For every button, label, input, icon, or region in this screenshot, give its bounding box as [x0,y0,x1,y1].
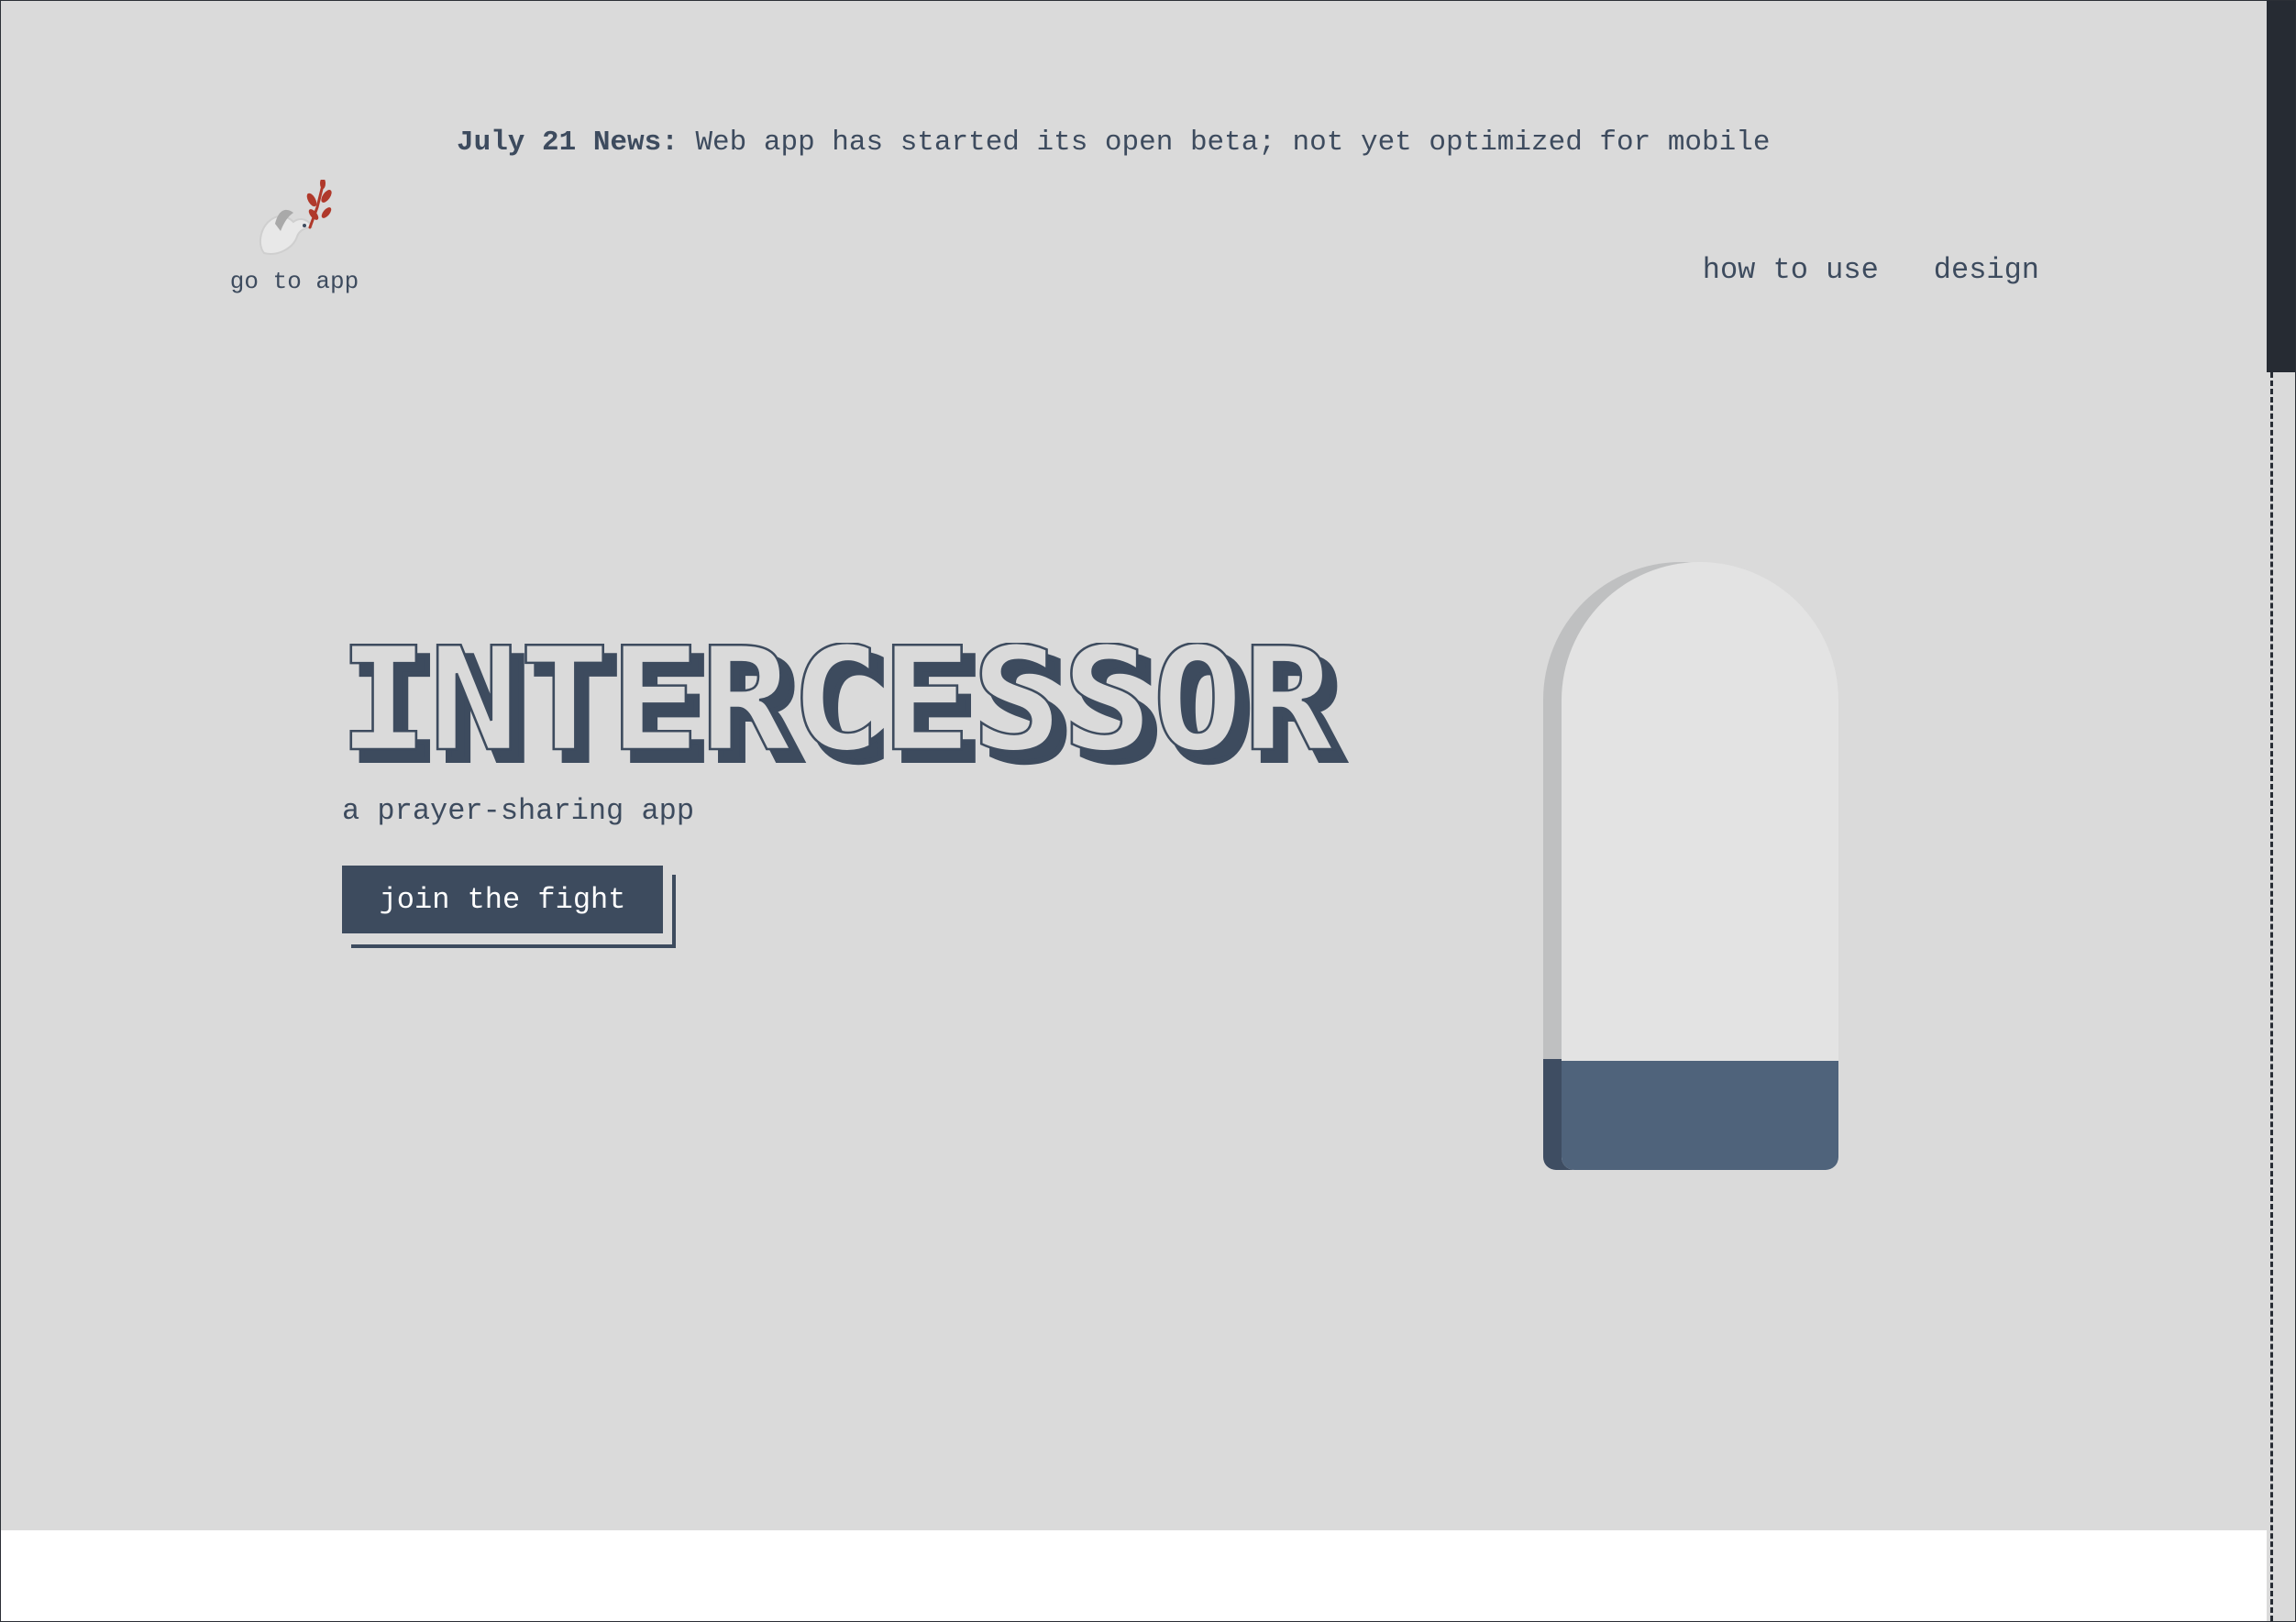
scrollbar-track[interactable] [2270,372,2273,1621]
pillar-fill-level [1562,1060,1838,1170]
page-below-fold [1,1530,2267,1621]
pillar-body [1562,562,1838,1170]
vertical-scrollbar[interactable] [2267,1,2295,1621]
dove-with-olive-branch-icon [259,180,332,255]
news-date-label: July 21 News: [457,127,679,159]
hero-section: July 21 News: Web app has started its op… [1,1,2267,1530]
prayer-pillar-illustration [1543,562,1838,1170]
app-title: INTERCESSOR INTERCESSOR [338,643,1393,780]
go-to-app-link[interactable]: go to app [219,180,370,295]
nav-link-how-to-use[interactable]: how to use [1703,250,1879,291]
app-title-face: INTERCESSOR [338,643,1333,780]
go-to-app-label: go to app [229,268,359,295]
nav-link-design[interactable]: design [1934,250,2039,291]
scrollbar-thumb[interactable] [2267,1,2295,372]
join-the-fight-button[interactable]: join the fight [342,866,663,933]
app-subtitle: a prayer-sharing app [342,794,695,828]
news-text: Web app has started its open beta; not y… [695,127,1771,159]
news-banner: July 21 News: Web app has started its op… [457,123,1770,163]
top-nav: how to use design [1703,250,2039,291]
